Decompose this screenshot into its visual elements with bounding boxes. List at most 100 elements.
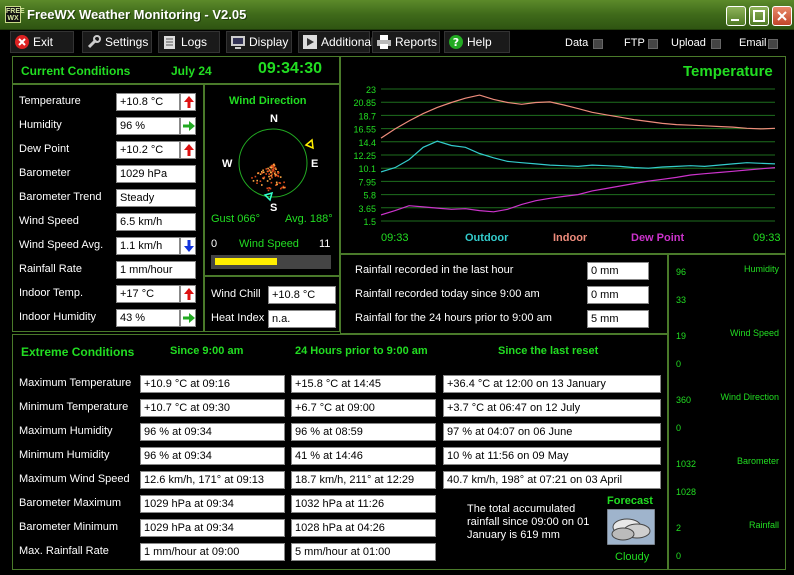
y-tick-label: 12.25 xyxy=(353,151,376,161)
y-tick-label: 7.95 xyxy=(358,177,376,187)
wind-sample-dot xyxy=(259,173,262,175)
extreme-prior24-5: 1032 hPa at 11:26 xyxy=(291,495,436,513)
wind-sample-dot xyxy=(277,172,279,174)
menu-bar: Exit Settings Logs Display Additional Re… xyxy=(0,30,794,54)
menu-help[interactable]: ? Help xyxy=(444,31,510,53)
extreme-since9-3: 96 % at 09:34 xyxy=(140,447,285,465)
maximize-button[interactable] xyxy=(749,6,769,26)
arrow-up-shape xyxy=(184,144,194,156)
wind-sample-dot xyxy=(267,167,269,170)
minimize-button[interactable] xyxy=(726,6,746,26)
ftp-flag-label: FTP xyxy=(624,37,645,49)
mini-rainfall-title: Rainfall xyxy=(748,520,779,530)
x-start-label: 09:33 xyxy=(381,232,409,244)
wind-speed-bar-track xyxy=(211,255,331,269)
current-value-0: +10.8 °C xyxy=(116,93,180,111)
mini-barometer-ymax: 1032 xyxy=(676,459,697,469)
legend-dew-point: Dew Point xyxy=(631,232,685,244)
wind-scale-label: Wind Speed xyxy=(239,238,299,250)
extreme-label-5: Barometer Maximum xyxy=(19,497,122,509)
menu-reports[interactable]: Reports xyxy=(372,31,440,53)
mini-humidity-ymax: 96 xyxy=(676,267,687,277)
help-icon: ? xyxy=(449,35,463,49)
svg-text:?: ? xyxy=(453,36,459,49)
mini-wind-speed-ymax: 19 xyxy=(676,331,687,341)
app-logo: FREE WX xyxy=(5,6,25,23)
wind-avg: Avg. 188° xyxy=(285,213,333,225)
current-value-8: +17 °C xyxy=(116,285,180,303)
temperature-panel: Temperature 23 20.85 18.7 16.55 14.4 12.25 10.… xyxy=(340,56,786,254)
y-tick-label: 23 xyxy=(366,85,376,95)
extreme-label-3: Minimum Humidity xyxy=(19,449,110,461)
wind-direction-title: Wind Direction xyxy=(229,95,307,107)
wind-sample-dot xyxy=(275,181,278,184)
current-date: July 24 xyxy=(171,64,212,78)
mini-wind-direction-ymax: 360 xyxy=(676,395,692,405)
extreme-conditions-panel: Extreme Conditions Since 9:00 am 24 Hour… xyxy=(12,334,668,570)
wind-sample-dot xyxy=(270,181,273,184)
current-label-5: Wind Speed xyxy=(19,215,79,227)
current-value-3: 1029 hPa xyxy=(116,165,196,183)
wind-sample-dot xyxy=(270,164,273,167)
current-label-9: Indoor Humidity xyxy=(19,311,97,323)
total-rainfall-text: The total accumulated rainfall since 09:… xyxy=(467,503,590,541)
wind-direction-panel: Wind Direction N S E W Gust 066° Avg. 18… xyxy=(204,84,340,276)
extreme-prior24-7: 5 mm/hour at 01:00 xyxy=(291,543,436,561)
mini-wind-direction-ymin: 0 xyxy=(676,423,682,433)
mini-barometer-title: Barometer xyxy=(736,456,779,466)
close-icon xyxy=(777,11,787,21)
wind-sample-dot xyxy=(270,171,272,173)
rain-last-hour-value: 0 mm xyxy=(587,262,649,280)
menu-help-label: Help xyxy=(467,35,492,49)
trend-up-icon xyxy=(180,93,196,111)
email-flag-label: Email xyxy=(739,37,767,49)
menu-additional[interactable]: Additional xyxy=(298,31,374,53)
wind-sample-dot xyxy=(273,163,275,166)
ftp-flag-indicator xyxy=(648,39,658,49)
wind-sample-dot xyxy=(261,171,263,173)
wind-sample-dot xyxy=(251,177,253,179)
current-conditions-title: Current Conditions xyxy=(21,64,131,78)
arrow-up-shape xyxy=(184,96,194,108)
menu-settings-label: Settings xyxy=(105,35,149,49)
extreme-since9-6: 1029 hPa at 09:34 xyxy=(140,519,285,537)
menu-settings[interactable]: Settings xyxy=(82,31,152,53)
trend-right-icon xyxy=(180,117,196,135)
mini-wind-speed-ymin: 0 xyxy=(676,359,682,369)
y-tick-label: 14.4 xyxy=(358,138,376,148)
trend-down-icon xyxy=(180,237,196,255)
extreme-prior24-0: +15.8 °C at 14:45 xyxy=(291,375,436,393)
extreme-prior24-1: +6.7 °C at 09:00 xyxy=(291,399,436,417)
wind-sample-dot xyxy=(280,187,282,190)
y-tick-label: 5.8 xyxy=(363,191,376,201)
extreme-prior24-2: 96 % at 08:59 xyxy=(291,423,436,441)
mini-humidity-title: Humidity xyxy=(743,264,779,274)
extreme-label-6: Barometer Minimum xyxy=(19,521,119,533)
current-value-2: +10.2 °C xyxy=(116,141,180,159)
rain-last-hour-label: Rainfall recorded in the last hour xyxy=(355,264,514,276)
extremes-title: Extreme Conditions xyxy=(21,345,135,359)
wind-sample-dot xyxy=(269,178,271,180)
compass-w: W xyxy=(222,158,233,170)
wind-scale-max: 11 xyxy=(319,238,331,250)
menu-exit[interactable]: Exit xyxy=(10,31,74,53)
extreme-reset-0: +36.4 °C at 12:00 on 13 January xyxy=(443,375,661,393)
forecast-title: Forecast xyxy=(607,495,653,507)
extreme-since9-5: 1029 hPa at 09:34 xyxy=(140,495,285,513)
extreme-since9-4: 12.6 km/h, 171° at 09:13 xyxy=(140,471,285,489)
trend-right-icon xyxy=(180,309,196,327)
menu-logs[interactable]: Logs xyxy=(158,31,220,53)
monitor-icon xyxy=(231,36,245,49)
heat-index-value: n.a. xyxy=(268,310,336,328)
wind-chill-label: Wind Chill xyxy=(211,288,261,300)
upload-flag-indicator xyxy=(711,39,721,49)
heat-index-label: Heat Index xyxy=(211,312,265,324)
current-value-9: 43 % xyxy=(116,309,180,327)
extreme-since9-7: 1 mm/hour at 09:00 xyxy=(140,543,285,561)
menu-reports-label: Reports xyxy=(395,35,438,49)
wind-sample-dot xyxy=(279,176,282,178)
series-line-outdoor xyxy=(380,140,776,173)
extreme-label-1: Minimum Temperature xyxy=(19,401,129,413)
close-window-button[interactable] xyxy=(772,6,792,26)
menu-display[interactable]: Display xyxy=(226,31,292,53)
